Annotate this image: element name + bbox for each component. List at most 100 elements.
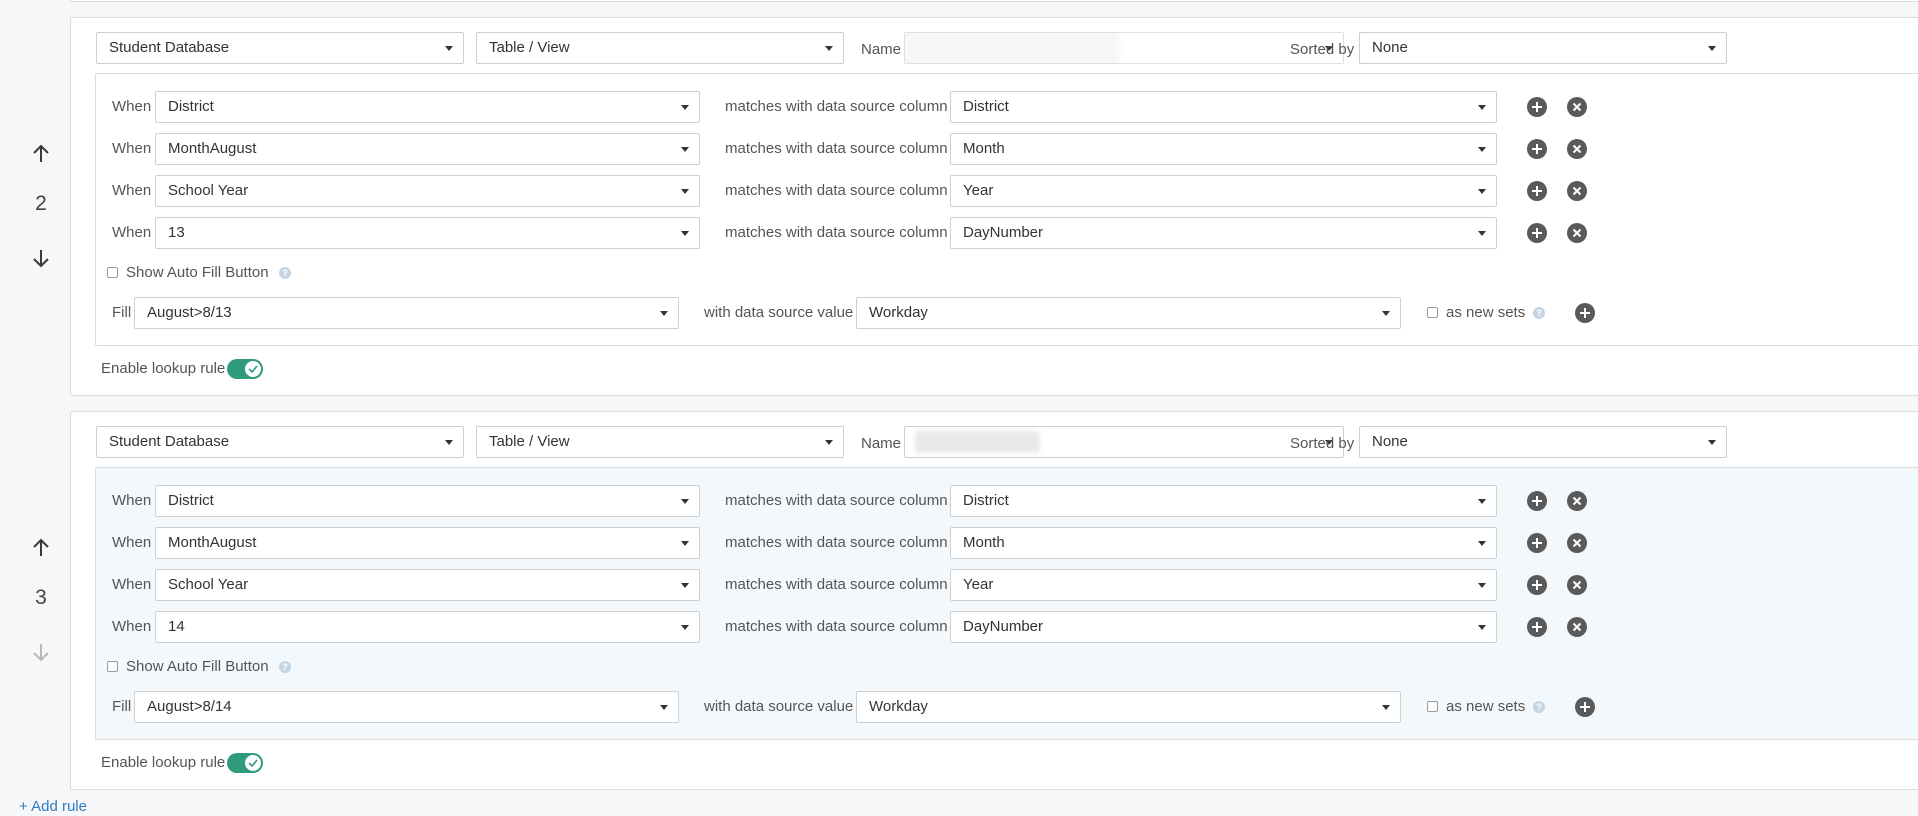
chevron-down-icon [681,541,689,546]
chevron-down-icon [1478,541,1486,546]
fill-target-select[interactable]: August>8/13 [134,297,679,329]
show-auto-fill-checkbox[interactable] [107,267,118,278]
move-down-arrow-icon[interactable] [30,641,52,663]
lookup-rule-card: Student Database Table / View Name Sorte… [70,17,1918,396]
add-condition-button[interactable] [1527,139,1547,159]
when-label: When [112,224,152,241]
chevron-down-icon [681,189,689,194]
chevron-down-icon [1478,231,1486,236]
source-column-select[interactable]: DayNumber [950,217,1497,249]
fill-target-select[interactable]: August>8/14 [134,691,679,723]
as-new-sets-label: as new sets [1446,304,1526,321]
source-column-select[interactable]: DayNumber [950,611,1497,643]
condition-field-select[interactable]: District [155,91,700,123]
move-up-arrow-icon[interactable] [30,537,52,559]
as-new-sets-checkbox[interactable] [1427,307,1438,318]
redacted-name [905,33,1120,63]
show-auto-fill-label: Show Auto Fill Button [126,264,269,281]
condition-field-select[interactable]: 13 [155,217,700,249]
chevron-down-icon [1478,105,1486,110]
add-condition-button[interactable] [1527,533,1547,553]
chevron-down-icon [1478,499,1486,504]
add-fill-button[interactable] [1575,697,1595,717]
source-column-select[interactable]: Month [950,133,1497,165]
match-label: matches with data source column [725,98,948,115]
sorted-by-label: Sorted by [1290,435,1355,452]
add-condition-button[interactable] [1527,617,1547,637]
chevron-down-icon [681,625,689,630]
source-column-select[interactable]: Year [950,569,1497,601]
add-fill-button[interactable] [1575,303,1595,323]
source-column-select[interactable]: District [950,485,1497,517]
condition-field-select[interactable]: MonthAugust [155,527,700,559]
conditions-panel: When District matches with data source c… [95,73,1918,346]
as-new-sets-label: as new sets [1446,698,1526,715]
help-icon[interactable]: ? [1533,307,1545,319]
remove-condition-button[interactable] [1567,491,1587,511]
when-label: When [112,576,152,593]
chevron-down-icon [1382,311,1390,316]
object-type-select[interactable]: Table / View [476,426,844,458]
add-condition-button[interactable] [1527,575,1547,595]
chevron-down-icon [1382,705,1390,710]
condition-field-select[interactable]: 14 [155,611,700,643]
fill-value-select[interactable]: Workday [856,297,1401,329]
remove-condition-button[interactable] [1567,181,1587,201]
help-icon[interactable]: ? [1533,701,1545,713]
database-select[interactable]: Student Database [96,32,464,64]
name-select[interactable] [904,32,1344,64]
fill-value-select[interactable]: Workday [856,691,1401,723]
when-label: When [112,182,152,199]
remove-condition-button[interactable] [1567,617,1587,637]
sorted-by-select[interactable]: None [1359,32,1727,64]
chevron-down-icon [1478,189,1486,194]
match-label: matches with data source column [725,182,948,199]
name-label: Name [861,41,902,58]
source-column-select[interactable]: Year [950,175,1497,207]
help-icon[interactable]: ? [279,267,291,279]
remove-condition-button[interactable] [1567,575,1587,595]
remove-condition-button[interactable] [1567,223,1587,243]
sorted-by-select[interactable]: None [1359,426,1727,458]
chevron-down-icon [1478,625,1486,630]
source-column-select[interactable]: District [950,91,1497,123]
rule-number: 3 [35,586,47,609]
source-column-select[interactable]: Month [950,527,1497,559]
enable-lookup-label: Enable lookup rule [101,360,226,377]
add-condition-button[interactable] [1527,223,1547,243]
enable-lookup-toggle[interactable] [227,359,263,379]
name-select[interactable] [904,426,1344,458]
add-condition-button[interactable] [1527,97,1547,117]
move-up-arrow-icon[interactable] [30,143,52,165]
remove-condition-button[interactable] [1567,533,1587,553]
chevron-down-icon [681,231,689,236]
enable-lookup-toggle[interactable] [227,753,263,773]
add-condition-button[interactable] [1527,491,1547,511]
lookup-rule-card: Student Database Table / View Name Sorte… [70,411,1918,790]
as-new-sets-checkbox[interactable] [1427,701,1438,712]
condition-field-select[interactable]: District [155,485,700,517]
database-select[interactable]: Student Database [96,426,464,458]
remove-condition-button[interactable] [1567,139,1587,159]
chevron-down-icon [445,440,453,445]
match-label: matches with data source column [725,140,948,157]
sorted-by-label: Sorted by [1290,41,1355,58]
condition-field-select[interactable]: MonthAugust [155,133,700,165]
match-label: matches with data source column [725,224,948,241]
chevron-down-icon [660,705,668,710]
fill-label: Fill [112,304,132,321]
conditions-panel: When District matches with data source c… [95,467,1918,740]
chevron-down-icon [681,583,689,588]
condition-field-select[interactable]: School Year [155,569,700,601]
help-icon[interactable]: ? [279,661,291,673]
add-condition-button[interactable] [1527,181,1547,201]
condition-field-select[interactable]: School Year [155,175,700,207]
chevron-down-icon [1708,46,1716,51]
move-down-arrow-icon[interactable] [30,247,52,269]
add-rule-link[interactable]: + Add rule [19,798,87,815]
match-label: matches with data source column [725,534,948,551]
remove-condition-button[interactable] [1567,97,1587,117]
show-auto-fill-checkbox[interactable] [107,661,118,672]
object-type-select[interactable]: Table / View [476,32,844,64]
when-label: When [112,618,152,635]
